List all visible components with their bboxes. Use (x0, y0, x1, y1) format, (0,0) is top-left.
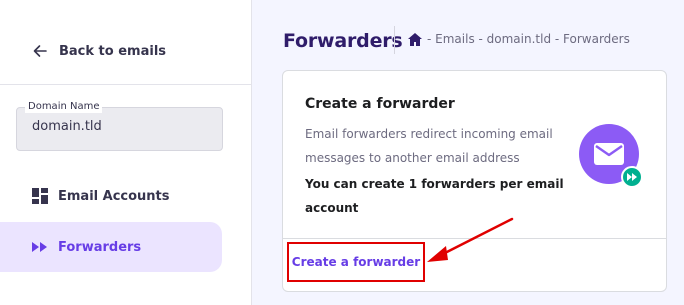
annotation-arrow-icon (427, 217, 514, 262)
